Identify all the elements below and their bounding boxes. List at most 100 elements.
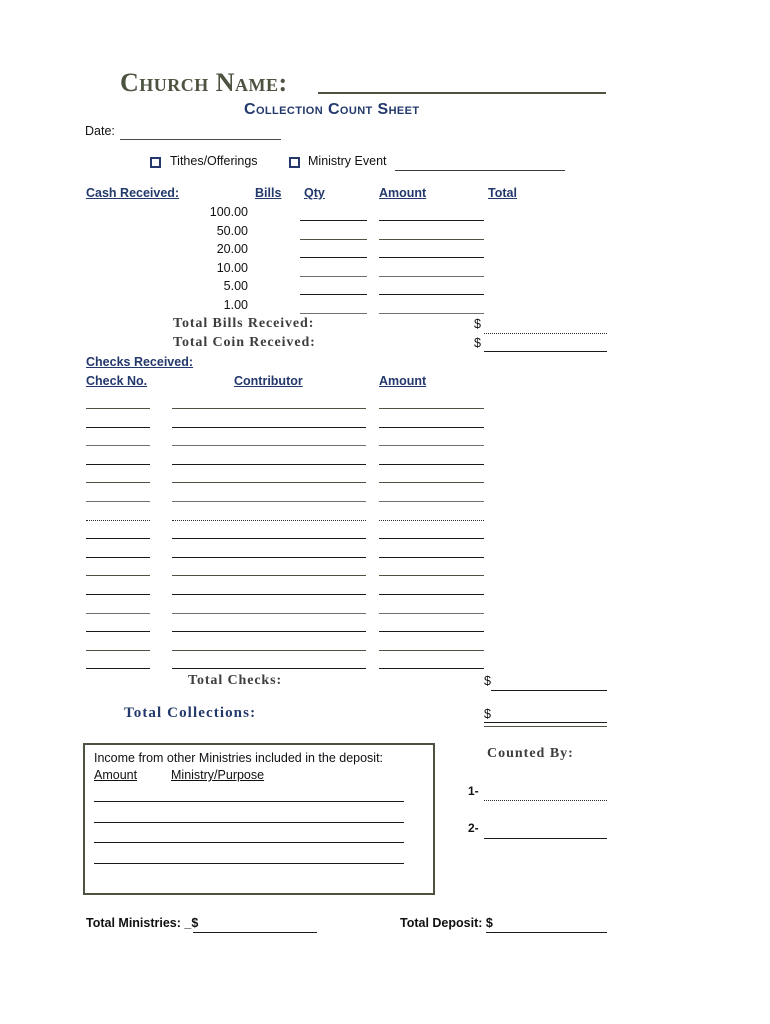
counted-by-fill-line-1[interactable] — [484, 800, 607, 801]
total-collections-currency-symbol: $ — [484, 707, 491, 721]
check-no-fill-line[interactable] — [86, 668, 150, 670]
check-amount-fill-line[interactable] — [379, 482, 484, 484]
check-amount-fill-line[interactable] — [379, 575, 484, 577]
collection-count-sheet-form: Church Name: Collection Count Sheet Date… — [0, 0, 770, 1024]
check-amount-fill-line[interactable] — [379, 631, 484, 633]
check-amount-fill-line[interactable] — [379, 463, 484, 465]
amount-fill-line[interactable] — [379, 275, 484, 277]
check-amount-fill-line[interactable] — [379, 538, 484, 540]
check-no-fill-line[interactable] — [86, 519, 150, 521]
total-collections-double-rule — [484, 726, 607, 727]
check-amount-fill-line[interactable] — [379, 426, 484, 428]
other-ministries-box — [83, 743, 435, 895]
amount-fill-line[interactable] — [379, 313, 484, 314]
qty-fill-line[interactable] — [300, 294, 367, 296]
column-header-amount: Amount — [379, 186, 427, 200]
contributor-fill-line[interactable] — [172, 482, 366, 484]
column-header-contributor: Contributor — [234, 374, 303, 388]
contributor-fill-line[interactable] — [172, 463, 366, 465]
check-amount-fill-line[interactable] — [379, 408, 484, 409]
checkbox-ministry-event[interactable] — [289, 157, 300, 168]
check-no-fill-line[interactable] — [86, 538, 150, 540]
check-amount-fill-line[interactable] — [379, 612, 484, 614]
contributor-fill-line[interactable] — [172, 612, 366, 614]
check-no-fill-line[interactable] — [86, 445, 150, 447]
check-amount-fill-line[interactable] — [379, 649, 484, 651]
total-checks-fill-line[interactable] — [491, 690, 607, 691]
contributor-fill-line[interactable] — [172, 668, 366, 670]
total-collections-fill-line[interactable] — [484, 722, 607, 723]
total-checks-label: Total Checks: — [188, 673, 283, 688]
bill-denomination-label: 20.00 — [216, 242, 248, 257]
check-no-fill-line[interactable] — [86, 463, 150, 465]
contributor-fill-line[interactable] — [172, 649, 366, 651]
counted-by-fill-line-2[interactable] — [484, 838, 607, 839]
check-amount-fill-line[interactable] — [379, 668, 484, 670]
check-no-fill-line[interactable] — [86, 594, 150, 595]
total-coin-fill-line[interactable] — [484, 351, 607, 352]
qty-fill-line[interactable] — [300, 238, 367, 240]
check-amount-fill-line[interactable] — [379, 556, 484, 558]
contributor-fill-line[interactable] — [172, 594, 366, 595]
contributor-fill-line[interactable] — [172, 519, 366, 521]
date-fill-line[interactable] — [120, 139, 281, 140]
check-amount-fill-line[interactable] — [379, 501, 484, 502]
contributor-fill-line[interactable] — [172, 445, 366, 447]
ministry-entry-fill-line[interactable] — [94, 862, 404, 864]
amount-fill-line[interactable] — [379, 294, 484, 296]
contributor-fill-line[interactable] — [172, 501, 366, 502]
total-ministries-fill-line[interactable] — [193, 932, 317, 933]
bill-denomination-label: 5.00 — [223, 279, 248, 294]
check-no-fill-line[interactable] — [86, 575, 150, 577]
qty-fill-line[interactable] — [300, 220, 367, 221]
contributor-fill-line[interactable] — [172, 556, 366, 558]
total-coin-currency-symbol: $ — [474, 336, 481, 350]
ministry-entry-fill-line[interactable] — [94, 801, 404, 802]
check-amount-fill-line[interactable] — [379, 594, 484, 595]
ministry-entry-fill-line[interactable] — [94, 842, 404, 843]
contributor-fill-line[interactable] — [172, 426, 366, 428]
total-bills-fill-line[interactable] — [484, 333, 607, 334]
check-no-fill-line[interactable] — [86, 612, 150, 614]
ministries-column-header-purpose: Ministry/Purpose — [171, 768, 265, 782]
check-no-fill-line[interactable] — [86, 426, 150, 428]
bill-denomination-label: 50.00 — [216, 223, 248, 238]
contributor-fill-line[interactable] — [172, 538, 366, 540]
check-amount-fill-line[interactable] — [379, 445, 484, 447]
check-amount-fill-line[interactable] — [379, 519, 484, 521]
column-header-bills: Bills — [255, 186, 282, 200]
column-header-total: Total — [488, 186, 517, 200]
contributor-fill-line[interactable] — [172, 408, 366, 409]
amount-fill-line[interactable] — [379, 257, 484, 259]
amount-fill-line[interactable] — [379, 238, 484, 240]
check-no-fill-line[interactable] — [86, 501, 150, 502]
total-deposit-fill-line[interactable] — [486, 932, 607, 933]
checkbox-tithes-offerings[interactable] — [150, 157, 161, 168]
qty-fill-line[interactable] — [300, 313, 367, 314]
check-no-fill-line[interactable] — [86, 556, 150, 558]
page-title: Church Name: — [120, 68, 288, 97]
check-no-fill-line[interactable] — [86, 482, 150, 484]
total-bills-received-label: Total Bills Received: — [173, 316, 315, 331]
other-ministries-title: Income from other Ministries included in… — [94, 751, 384, 765]
ministry-entry-fill-line[interactable] — [94, 821, 404, 823]
contributor-fill-line[interactable] — [172, 575, 366, 577]
label-tithes-offerings: Tithes/Offerings — [170, 154, 258, 168]
qty-fill-line[interactable] — [300, 275, 367, 277]
ministry-event-fill-line[interactable] — [395, 170, 565, 171]
total-checks-currency-symbol: $ — [484, 674, 491, 688]
amount-fill-line[interactable] — [379, 220, 484, 221]
bill-denomination-label: 100.00 — [209, 205, 248, 219]
qty-fill-line[interactable] — [300, 257, 367, 259]
contributor-fill-line[interactable] — [172, 631, 366, 633]
counted-by-number-2: 2- — [468, 821, 479, 835]
total-bills-currency-symbol: $ — [474, 317, 481, 331]
column-header-check-no: Check No. — [86, 374, 148, 388]
label-ministry-event: Ministry Event — [308, 154, 387, 168]
total-coin-received-label: Total Coin Received: — [173, 335, 316, 350]
check-no-fill-line[interactable] — [86, 631, 150, 633]
church-name-fill-line[interactable] — [318, 92, 606, 94]
ministries-column-header-amount: Amount — [94, 768, 138, 782]
check-no-fill-line[interactable] — [86, 408, 150, 409]
check-no-fill-line[interactable] — [86, 649, 150, 651]
